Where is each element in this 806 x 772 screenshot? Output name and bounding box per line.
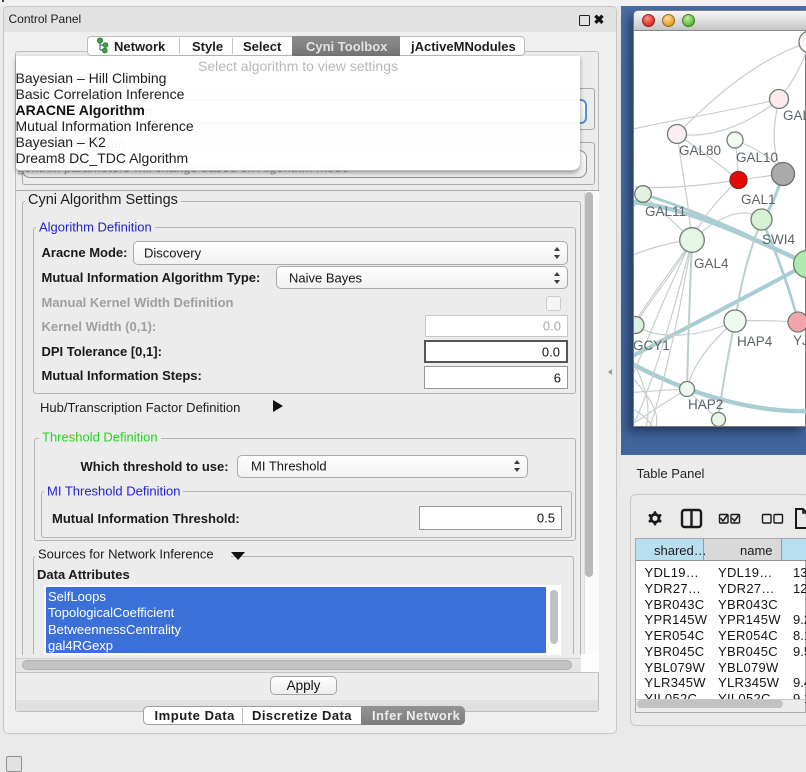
svg-text:GAL1: GAL1 bbox=[741, 192, 776, 207]
svg-text:SWI4: SWI4 bbox=[762, 232, 795, 247]
svg-text:GAL11: GAL11 bbox=[645, 204, 686, 219]
svg-text:GAL4: GAL4 bbox=[694, 256, 729, 271]
svg-text:HAP4: HAP4 bbox=[737, 334, 773, 349]
svg-text:GAL80: GAL80 bbox=[679, 143, 721, 158]
svg-text:GCY1: GCY1 bbox=[634, 338, 670, 353]
svg-text:HAP2: HAP2 bbox=[688, 397, 723, 412]
svg-text:GAL10: GAL10 bbox=[736, 150, 778, 165]
svg-text:GAL7: GAL7 bbox=[783, 108, 806, 123]
svg-text:YJ: YJ bbox=[793, 333, 806, 348]
